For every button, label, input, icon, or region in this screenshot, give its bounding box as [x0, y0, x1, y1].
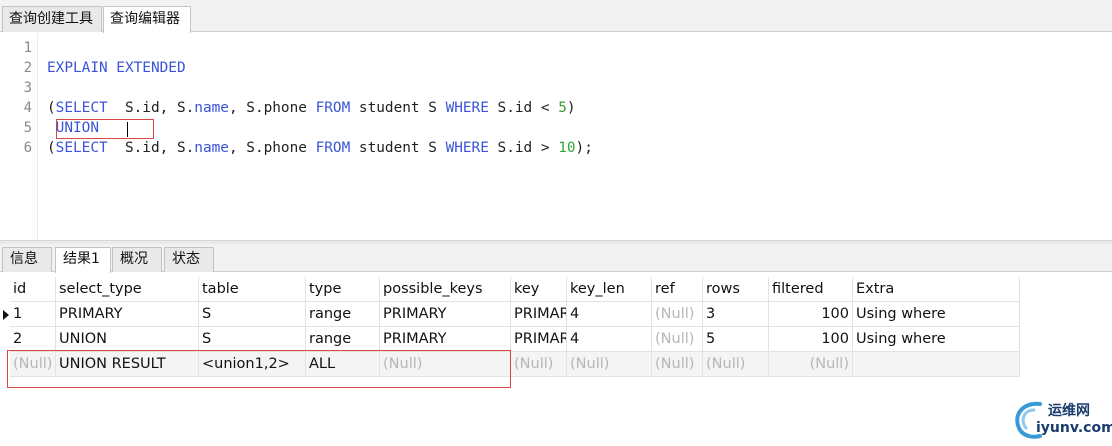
- cell-possible-keys[interactable]: PRIMARY: [380, 302, 511, 327]
- cell-type[interactable]: range: [306, 302, 380, 327]
- line-number: 4: [23, 100, 32, 116]
- union-highlight-box: [56, 119, 154, 139]
- result-tab-bar: 信息 结果1 概况 状态: [0, 244, 1112, 273]
- cell-key[interactable]: (Null): [511, 352, 567, 377]
- column-header-key-len[interactable]: key_len: [567, 277, 652, 302]
- token-number: 5: [558, 100, 567, 116]
- token-keyword: FROM: [315, 140, 351, 156]
- watermark-url: iyunv.com: [1036, 420, 1112, 436]
- tab-profile[interactable]: 概况: [112, 247, 162, 272]
- token-keyword: WHERE: [445, 140, 489, 156]
- column-header-ref[interactable]: ref: [652, 277, 703, 302]
- token: student S: [350, 100, 446, 116]
- tab-info[interactable]: 信息: [2, 247, 52, 272]
- tab-query-editor[interactable]: 查询编辑器: [103, 6, 191, 33]
- cell-filtered[interactable]: (Null): [769, 352, 853, 377]
- cell-rows[interactable]: 5: [703, 327, 769, 352]
- token-keyword: FROM: [315, 100, 351, 116]
- table-row[interactable]: 1 PRIMARY S range PRIMARY PRIMARY 4 (Nul…: [0, 302, 1020, 327]
- token: (: [47, 140, 56, 156]
- text-cursor: [127, 122, 128, 137]
- cell-filtered[interactable]: 100: [769, 327, 853, 352]
- line-number: 5: [23, 120, 32, 136]
- token-keyword: WHERE: [445, 100, 489, 116]
- cell-extra[interactable]: Using where: [853, 327, 1020, 352]
- cell-ref[interactable]: (Null): [652, 327, 703, 352]
- cell-key-len[interactable]: 4: [567, 327, 652, 352]
- current-row-marker-icon: [3, 310, 9, 320]
- tab-query-builder[interactable]: 查询创建工具: [2, 6, 102, 32]
- token-number: 10: [558, 140, 576, 156]
- token-keyword: name: [194, 100, 229, 116]
- union-result-highlight-box: [7, 350, 511, 388]
- cell-type[interactable]: range: [306, 327, 380, 352]
- cell-key[interactable]: PRIMARY: [511, 327, 567, 352]
- cell-select-type[interactable]: PRIMARY: [56, 302, 199, 327]
- column-header-select-type[interactable]: select_type: [56, 277, 199, 302]
- cell-key-len[interactable]: (Null): [567, 352, 652, 377]
- cell-filtered[interactable]: 100: [769, 302, 853, 327]
- token: (: [47, 100, 56, 116]
- tab-status[interactable]: 状态: [164, 247, 214, 272]
- token: S.id, S.: [107, 100, 195, 116]
- cell-rows[interactable]: (Null): [703, 352, 769, 377]
- line-number: 1: [23, 40, 32, 56]
- cell-ref[interactable]: (Null): [652, 302, 703, 327]
- sql-editor[interactable]: 1 2 3 4 5 6 EXPLAIN EXTENDED (SELECT S.i…: [0, 33, 1112, 240]
- line-number: 6: [23, 140, 32, 156]
- cell-table[interactable]: S: [199, 327, 306, 352]
- table-row[interactable]: 2 UNION S range PRIMARY PRIMARY 4 (Null)…: [0, 327, 1020, 352]
- watermark-logo: 运维网 iyunv.com: [1010, 398, 1112, 442]
- token: S.id, S.: [107, 140, 195, 156]
- watermark-text: 运维网: [1048, 403, 1090, 419]
- line-number: 2: [23, 60, 32, 76]
- token: S.id <: [488, 100, 559, 116]
- tab-result1[interactable]: 结果1: [55, 247, 111, 273]
- cell-extra[interactable]: Using where: [853, 302, 1020, 327]
- cell-table[interactable]: S: [199, 302, 306, 327]
- code-line-6: (SELECT S.id, S.name, S.phone FROM stude…: [47, 138, 593, 158]
- token: );: [575, 140, 593, 156]
- token: , S.phone: [228, 100, 316, 116]
- cell-id[interactable]: 1: [10, 302, 56, 327]
- line-number-gutter: 1 2 3 4 5 6: [0, 33, 38, 240]
- cell-ref[interactable]: (Null): [652, 352, 703, 377]
- editor-tab-bar: 查询创建工具 查询编辑器: [0, 0, 1112, 33]
- token-keyword: SELECT: [55, 140, 108, 156]
- cell-extra[interactable]: [853, 352, 1020, 377]
- cell-id[interactable]: 2: [10, 327, 56, 352]
- column-header-table[interactable]: table: [199, 277, 306, 302]
- code-line-4: (SELECT S.id, S.name, S.phone FROM stude…: [47, 98, 576, 118]
- token: student S: [350, 140, 446, 156]
- column-header-filtered[interactable]: filtered: [769, 277, 853, 302]
- column-header-id[interactable]: id: [10, 277, 56, 302]
- cell-possible-keys[interactable]: PRIMARY: [380, 327, 511, 352]
- code-line-2: EXPLAIN EXTENDED: [47, 60, 186, 76]
- column-header-type[interactable]: type: [306, 277, 380, 302]
- cell-rows[interactable]: 3: [703, 302, 769, 327]
- cell-key-len[interactable]: 4: [567, 302, 652, 327]
- token: ): [566, 100, 576, 116]
- column-header-extra[interactable]: Extra: [853, 277, 1020, 302]
- column-header-rows[interactable]: rows: [703, 277, 769, 302]
- cell-key[interactable]: PRIMARY: [511, 302, 567, 327]
- token-keyword: SELECT: [55, 100, 108, 116]
- grid-header-row: id select_type table type possible_keys …: [0, 277, 1020, 302]
- token: , S.phone: [228, 140, 316, 156]
- token-keyword: name: [194, 140, 229, 156]
- token: S.id >: [488, 140, 559, 156]
- cell-select-type[interactable]: UNION: [56, 327, 199, 352]
- column-header-possible-keys[interactable]: possible_keys: [380, 277, 511, 302]
- column-header-key[interactable]: key: [511, 277, 567, 302]
- line-number: 3: [23, 80, 32, 96]
